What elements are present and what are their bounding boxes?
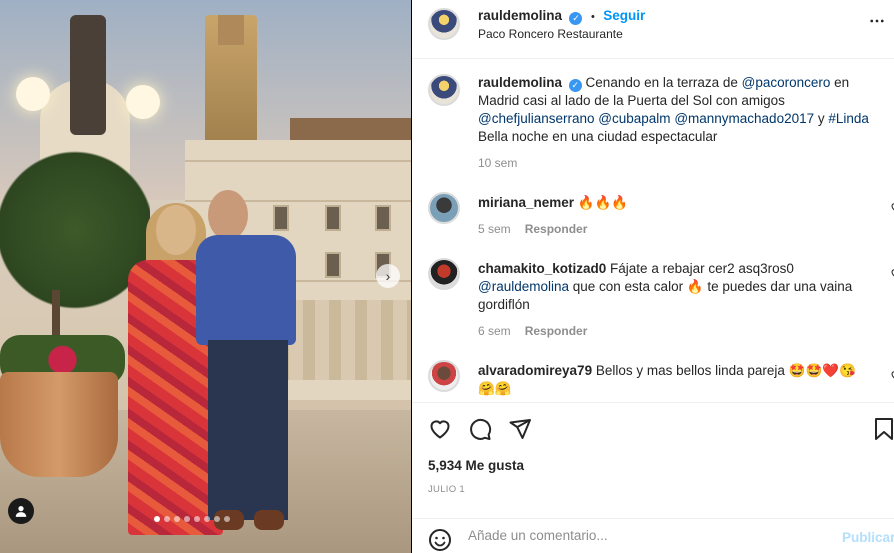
save-bookmark-icon[interactable] [874,417,894,441]
photo-man [196,190,296,535]
post-photo[interactable]: › [0,0,411,553]
emoji-icon[interactable] [428,528,452,552]
commenter-avatar[interactable] [428,258,460,290]
comment-text: chamakito_kotizad0 Fájate a rebajar cer2… [478,260,878,340]
carousel-dot [184,516,190,522]
comment-meta: 5 sem Responder [478,220,878,238]
post-date[interactable]: JULIO 1 [428,484,465,495]
caption-text-part: Cenando en la terraza de [581,75,742,90]
post-header: rauldemolina ✓ • Seguir Paco Roncero Res… [412,0,894,59]
comment-body: 🔥🔥🔥 [574,195,629,210]
like-heart-icon[interactable] [428,417,452,441]
chevron-right-icon: › [385,268,391,284]
commenter-avatar[interactable] [428,192,460,224]
caption-author-avatar[interactable] [428,74,460,106]
photo-tower-top [218,15,244,45]
carousel-dot [164,516,170,522]
more-options-button[interactable] [868,12,886,35]
follow-button[interactable]: Seguir [603,8,645,23]
carousel-dot [154,516,160,522]
mention-link[interactable]: @mannymachado2017 [674,111,814,126]
user-icon [15,506,27,517]
mention-link[interactable]: @rauldemolina [478,279,569,294]
carousel-dot [224,516,230,522]
location-link[interactable]: Paco Roncero Restaurante [478,27,623,41]
comment-meta: 6 sem Responder [478,322,878,340]
photo-roof [290,118,411,142]
caption-line-2: Bella noche en una ciudad espectacular [478,129,718,144]
author-avatar[interactable] [428,8,460,40]
comment-body: Fájate a rebajar cer2 asq3ros0 [606,261,794,276]
comment-text: miriana_nemer 🔥🔥🔥 5 sem Responder [478,194,878,238]
mention-link[interactable]: @pacoroncero [742,75,831,90]
publish-button[interactable]: Publicar [842,530,894,545]
carousel-dot [174,516,180,522]
verified-badge-icon: ✓ [568,79,582,92]
post-detail-panel: rauldemolina ✓ • Seguir Paco Roncero Res… [412,0,894,553]
caption-username[interactable]: rauldemolina [478,75,562,90]
hashtag-link[interactable]: #Linda [828,111,869,126]
commenter-username[interactable]: chamakito_kotizad0 [478,261,606,276]
comment-time[interactable]: 6 sem [478,324,511,338]
more-horizontal-icon [870,19,884,23]
carousel-indicator [154,516,230,522]
carousel-next-button[interactable]: › [376,264,400,288]
like-comment-heart-icon[interactable] [890,267,894,279]
reply-button[interactable]: Responder [525,324,588,338]
carousel-dot [204,516,210,522]
reply-button[interactable]: Responder [525,222,588,236]
comment-body: Bellos y mas bellos linda pareja 🤩🤩❤️😘 [592,363,856,378]
tagged-users-button[interactable] [8,498,34,524]
likes-count[interactable]: 5,934 Me gusta [428,458,524,473]
photo-flower-pot [0,372,118,477]
comments-section[interactable]: rauldemolina ✓ Cenando en la terraza de … [412,60,894,400]
comment-text: alvaradomireya79 Bellos y mas bellos lin… [478,362,878,398]
comment-input[interactable] [468,528,828,543]
comment-time[interactable]: 5 sem [478,222,511,236]
commenter-username[interactable]: miriana_nemer [478,195,574,210]
like-comment-heart-icon[interactable] [890,201,894,213]
caption-text-part: y [814,111,829,126]
post-actions-bar [412,402,894,454]
comment-body-line-2: 🤗🤗 [478,381,512,396]
share-paper-plane-icon[interactable] [508,417,532,441]
caption-time[interactable]: 10 sem [478,154,878,172]
commenter-username[interactable]: alvaradomireya79 [478,363,592,378]
comment-bubble-icon[interactable] [468,417,492,441]
caption-text: rauldemolina ✓ Cenando en la terraza de … [478,74,878,172]
separator-dot: • [590,11,595,23]
add-comment-bar: Publicar [412,518,894,553]
mention-link[interactable]: @chefjulianserrano [478,111,595,126]
carousel-dot [194,516,200,522]
verified-badge-icon: ✓ [569,12,583,25]
author-username[interactable]: rauldemolina [478,8,562,23]
commenter-avatar[interactable] [428,360,460,392]
mention-link[interactable]: @cubapalm [598,111,670,126]
like-comment-heart-icon[interactable] [890,369,894,381]
carousel-dot [214,516,220,522]
